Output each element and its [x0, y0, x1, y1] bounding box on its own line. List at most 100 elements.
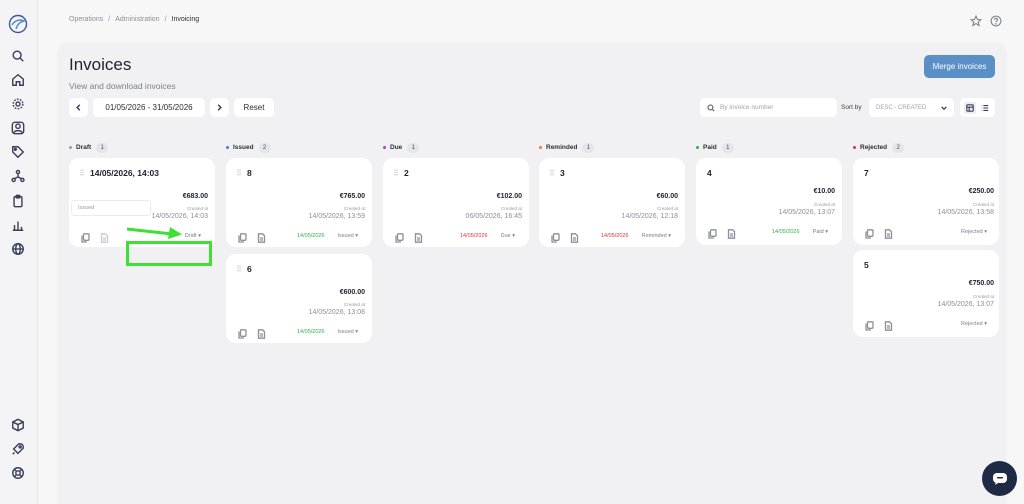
status-dropdown[interactable]: Issued ▾ [337, 233, 358, 239]
network-icon[interactable] [10, 168, 26, 184]
home-icon[interactable] [10, 72, 26, 88]
copy-icon[interactable] [395, 230, 404, 243]
gear-icon[interactable] [10, 96, 26, 112]
copy-icon[interactable] [81, 230, 90, 243]
copy-icon[interactable] [238, 326, 247, 339]
invoice-number: 5 [864, 260, 869, 270]
status-dropdown[interactable]: Issued ▾ [337, 329, 358, 335]
page-subtitle: View and download invoices [69, 81, 176, 91]
created-label: Created at [656, 206, 678, 211]
status-dot [696, 146, 699, 149]
search-box[interactable] [700, 98, 837, 117]
invoice-number: 8 [247, 168, 252, 178]
copy-icon[interactable] [238, 230, 247, 243]
invoice-card[interactable]: 5 €750.00 Created at 14/05/2026, 13:07 R… [853, 250, 999, 337]
sort-value: DESC - CREATED [876, 104, 927, 111]
due-date: 14/05/2026 [297, 329, 325, 335]
document-icon[interactable] [257, 230, 266, 243]
invoice-card[interactable]: 7 €250.00 Created at 14/05/2026, 13:58 R… [853, 158, 999, 245]
tag-icon[interactable] [10, 144, 26, 160]
status-dot [69, 146, 72, 149]
drag-handle-icon[interactable] [237, 265, 241, 272]
document-icon[interactable] [570, 230, 579, 243]
drag-handle-icon[interactable] [80, 169, 84, 176]
invoice-amount: €10.00 [813, 188, 835, 195]
chat-icon [992, 472, 1007, 485]
document-icon[interactable] [257, 326, 266, 339]
logo[interactable] [8, 14, 28, 34]
due-date: 14/05/2026 [601, 233, 629, 239]
date-range-picker[interactable]: 01/05/2026 - 31/05/2026 [93, 98, 205, 117]
copy-icon[interactable] [708, 226, 717, 239]
created-date: 14/05/2026, 13:58 [937, 209, 994, 216]
invoice-search-input[interactable] [720, 104, 830, 111]
status-dot [853, 146, 856, 149]
invoice-number: 4 [707, 168, 712, 178]
invoice-card[interactable]: 8 €765.00 Created at 14/05/2026, 13:59 1… [226, 158, 372, 247]
created-date: 14/05/2026, 13:08 [308, 309, 365, 316]
due-date: 14/05/2026 [297, 233, 325, 239]
breadcrumb-item[interactable]: Operations [69, 16, 103, 23]
next-range-button[interactable] [210, 98, 229, 117]
drag-handle-icon[interactable] [394, 169, 398, 176]
document-icon [100, 230, 109, 243]
created-label: Created at [813, 202, 835, 207]
user-icon[interactable] [10, 120, 26, 136]
list-view-icon[interactable] [979, 102, 991, 114]
document-icon[interactable] [414, 230, 423, 243]
status-label: Paid [812, 229, 824, 235]
column-header: Issued 2 [226, 142, 271, 153]
reset-button[interactable]: Reset [234, 98, 274, 117]
status-label: Issued [337, 329, 354, 335]
created-date: 14/05/2026, 14:03 [151, 213, 208, 220]
status-menu-option-issued[interactable]: Issued [71, 200, 151, 216]
invoice-card[interactable]: 2 €102.00 Created at 06/05/2026, 16:45 1… [383, 158, 529, 247]
status-label: Reminded [641, 233, 667, 239]
document-icon[interactable] [884, 318, 893, 331]
copy-icon[interactable] [551, 230, 560, 243]
help-icon[interactable] [990, 14, 1002, 32]
column-header: Rejected 2 [853, 142, 905, 153]
status-dot [383, 146, 386, 149]
globe-icon[interactable] [10, 241, 26, 257]
status-dropdown[interactable]: Draft ▾ [185, 233, 201, 239]
top-icons [969, 14, 1002, 32]
column-count: 1 [721, 142, 734, 153]
due-date: 14/05/2026 [460, 233, 488, 239]
invoice-card[interactable]: 6 €600.00 Created at 14/05/2026, 13:08 1… [226, 254, 372, 343]
chat-button[interactable] [982, 461, 1017, 496]
invoice-card[interactable]: 3 €60.00 Created at 14/05/2026, 12:18 14… [539, 158, 685, 247]
board-view-icon[interactable] [964, 101, 977, 114]
lifebuoy-icon[interactable] [10, 465, 26, 481]
copy-icon[interactable] [865, 226, 874, 239]
rocket-icon[interactable] [10, 441, 26, 457]
prev-range-button[interactable] [69, 98, 88, 117]
breadcrumb-separator: / [108, 16, 111, 23]
status-dropdown[interactable]: Paid ▾ [813, 229, 828, 235]
invoice-card[interactable]: 4 €10.00 Created at 14/05/2026, 13:07 14… [696, 158, 842, 245]
search-icon[interactable] [10, 48, 26, 64]
created-date: 06/05/2026, 16:45 [465, 213, 522, 220]
sort-select[interactable]: DESC - CREATED [869, 98, 954, 117]
chart-icon[interactable] [10, 217, 26, 233]
clipboard-icon[interactable] [10, 193, 26, 209]
column-title: Rejected [860, 144, 888, 151]
chevron-left-icon [76, 104, 81, 111]
status-dropdown[interactable]: Due ▾ [501, 233, 515, 239]
document-icon[interactable] [884, 226, 893, 239]
status-dropdown[interactable]: Reminded ▾ [642, 233, 671, 239]
invoice-amount: €600.00 [339, 289, 365, 296]
status-dropdown[interactable]: Rejected ▾ [961, 321, 987, 327]
created-label: Created at [500, 206, 522, 211]
breadcrumb-item[interactable]: Administration [115, 16, 159, 23]
document-icon[interactable] [727, 226, 736, 239]
copy-icon[interactable] [865, 318, 874, 331]
status-dropdown[interactable]: Rejected ▾ [961, 229, 987, 235]
merge-invoices-button[interactable]: Merge invoices [924, 55, 995, 78]
drag-handle-icon[interactable] [550, 169, 554, 176]
box-icon[interactable] [10, 417, 26, 433]
invoice-amount: €765.00 [339, 193, 365, 200]
drag-handle-icon[interactable] [237, 169, 241, 176]
star-icon[interactable] [969, 14, 983, 32]
created-label: Created at [343, 302, 365, 307]
